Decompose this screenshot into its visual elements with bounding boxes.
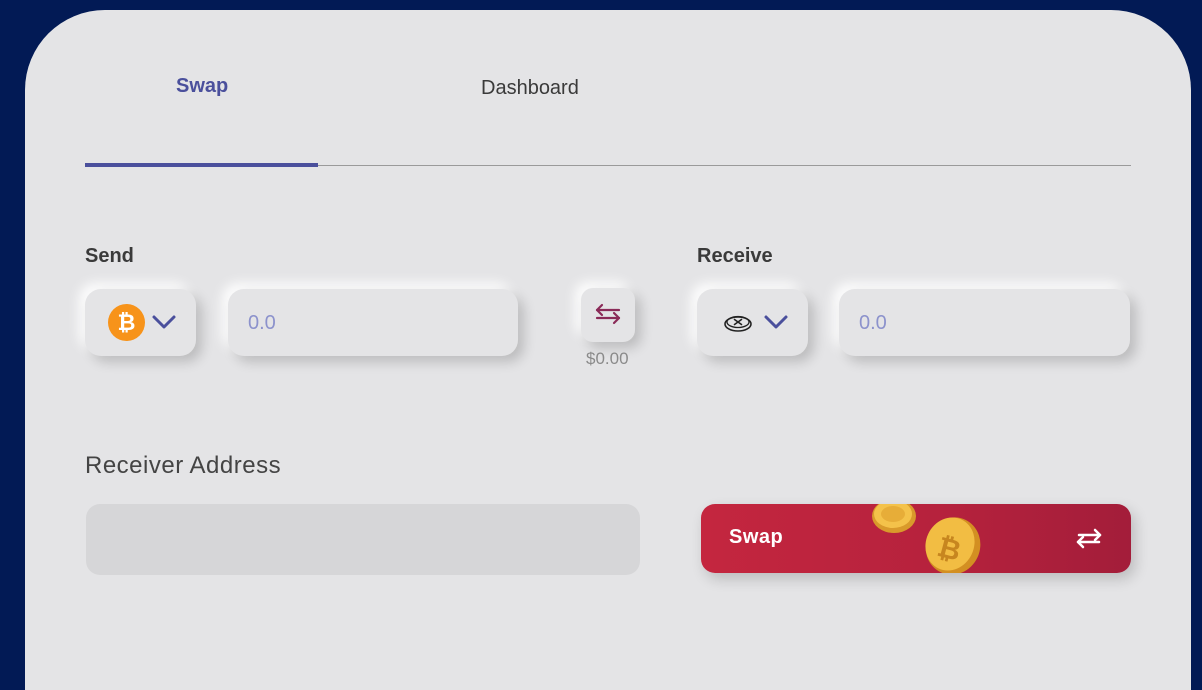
receive-label: Receive <box>697 245 773 267</box>
send-amount-field[interactable] <box>228 289 518 358</box>
swap-arrows-icon <box>595 303 621 325</box>
receive-amount-field[interactable] <box>839 289 1130 358</box>
receive-amount-input[interactable] <box>857 289 1101 358</box>
token-icon <box>724 315 752 332</box>
receiver-address-input[interactable] <box>86 504 640 575</box>
swap-button-label: Swap <box>729 526 784 548</box>
chevron-down-icon <box>764 315 788 329</box>
tab-swap[interactable]: Swap <box>176 75 228 98</box>
swap-arrows-icon <box>1076 528 1102 549</box>
bitcoin-icon: ₿ <box>108 304 145 341</box>
receive-coin-selector[interactable] <box>697 289 808 356</box>
chevron-down-icon <box>152 315 176 329</box>
swap-button[interactable]: Swap ₿ <box>701 504 1131 573</box>
gold-coins-decoration: ₿ <box>872 504 981 573</box>
send-coin-selector[interactable]: ₿ <box>85 289 196 356</box>
tab-dashboard[interactable]: Dashboard <box>481 77 579 100</box>
tab-active-indicator <box>85 163 318 167</box>
usd-value: $0.00 <box>586 349 629 368</box>
receiver-address-label: Receiver Address <box>85 452 282 479</box>
send-amount-input[interactable] <box>246 289 490 358</box>
send-label: Send <box>85 245 134 267</box>
swap-direction-button[interactable] <box>581 288 635 342</box>
